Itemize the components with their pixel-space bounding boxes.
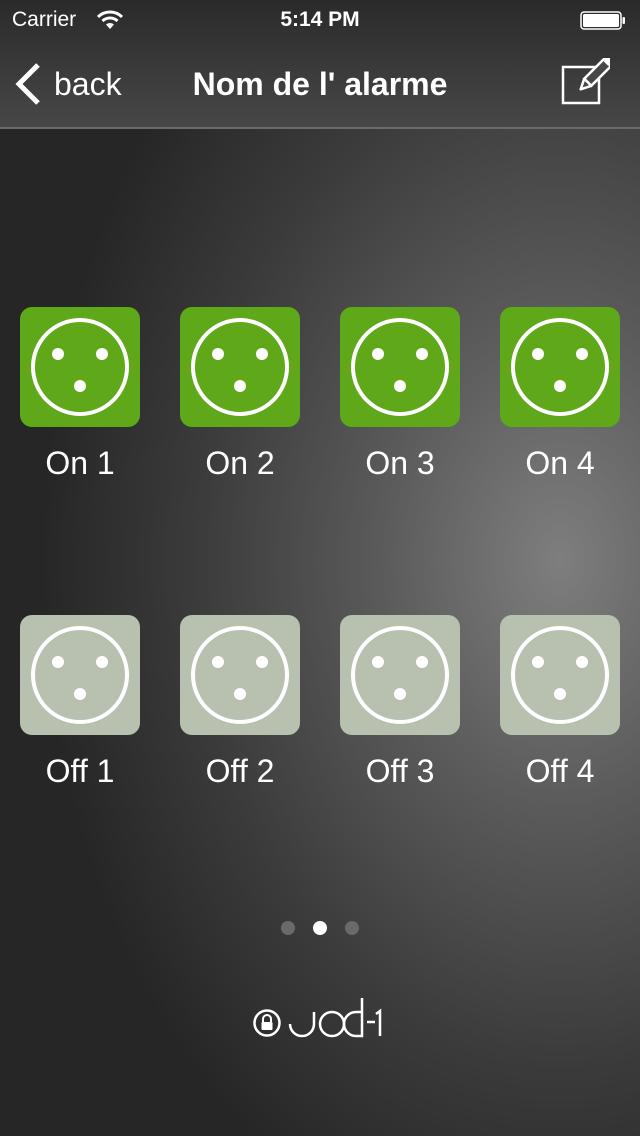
switch-off-4[interactable]: Off 4	[500, 615, 620, 790]
status-time: 5:14 PM	[280, 8, 360, 31]
page-dot-3[interactable]	[345, 921, 359, 935]
switch-label: On 4	[525, 445, 595, 481]
switch-button[interactable]	[20, 307, 140, 427]
switch-button[interactable]	[340, 615, 460, 735]
power-outlet-icon	[351, 318, 449, 416]
switch-off-1[interactable]: Off 1	[20, 615, 140, 790]
power-outlet-icon	[31, 626, 129, 724]
switch-button[interactable]	[180, 307, 300, 427]
switch-label: Off 2	[205, 753, 275, 789]
power-outlet-icon	[351, 626, 449, 724]
lock-icon	[253, 1009, 281, 1037]
battery-full-icon	[580, 11, 625, 30]
switch-off-2[interactable]: Off 2	[180, 615, 300, 790]
switch-button[interactable]	[180, 615, 300, 735]
switch-button[interactable]	[340, 307, 460, 427]
power-outlet-icon	[191, 318, 289, 416]
page-title: Nom de l' alarme	[192, 66, 448, 102]
switch-on-1[interactable]: On 1	[20, 307, 140, 482]
switch-on-3[interactable]: On 3	[340, 307, 460, 482]
switch-button[interactable]	[500, 307, 620, 427]
power-outlet-icon	[511, 318, 609, 416]
edit-pencil-icon[interactable]	[558, 58, 610, 108]
switch-label: Off 3	[365, 753, 435, 789]
switch-on-4[interactable]: On 4	[500, 307, 620, 482]
status-bar: Carrier 5:14 PM	[0, 0, 640, 40]
power-outlet-icon	[191, 626, 289, 724]
brand-wordmark	[288, 998, 382, 1038]
switch-button[interactable]	[20, 615, 140, 735]
power-outlet-icon	[511, 626, 609, 724]
page-dot-2[interactable]	[313, 921, 327, 935]
switch-label: Off 1	[45, 753, 115, 789]
switch-label: Off 4	[525, 753, 595, 789]
navigation-bar: back Nom de l' alarme	[0, 40, 640, 128]
switch-label: On 3	[365, 445, 435, 481]
switch-label: On 2	[205, 445, 275, 481]
switch-button[interactable]	[500, 615, 620, 735]
switch-on-2[interactable]: On 2	[180, 307, 300, 482]
page-dot-1[interactable]	[281, 921, 295, 935]
switch-off-3[interactable]: Off 3	[340, 615, 460, 790]
power-outlet-icon	[31, 318, 129, 416]
top-bar: Carrier 5:14 PM back Nom de l' alarme	[0, 0, 640, 129]
switch-label: On 1	[45, 445, 115, 481]
brand-logo: JOD-1	[252, 996, 388, 1040]
page-indicator	[0, 921, 640, 935]
